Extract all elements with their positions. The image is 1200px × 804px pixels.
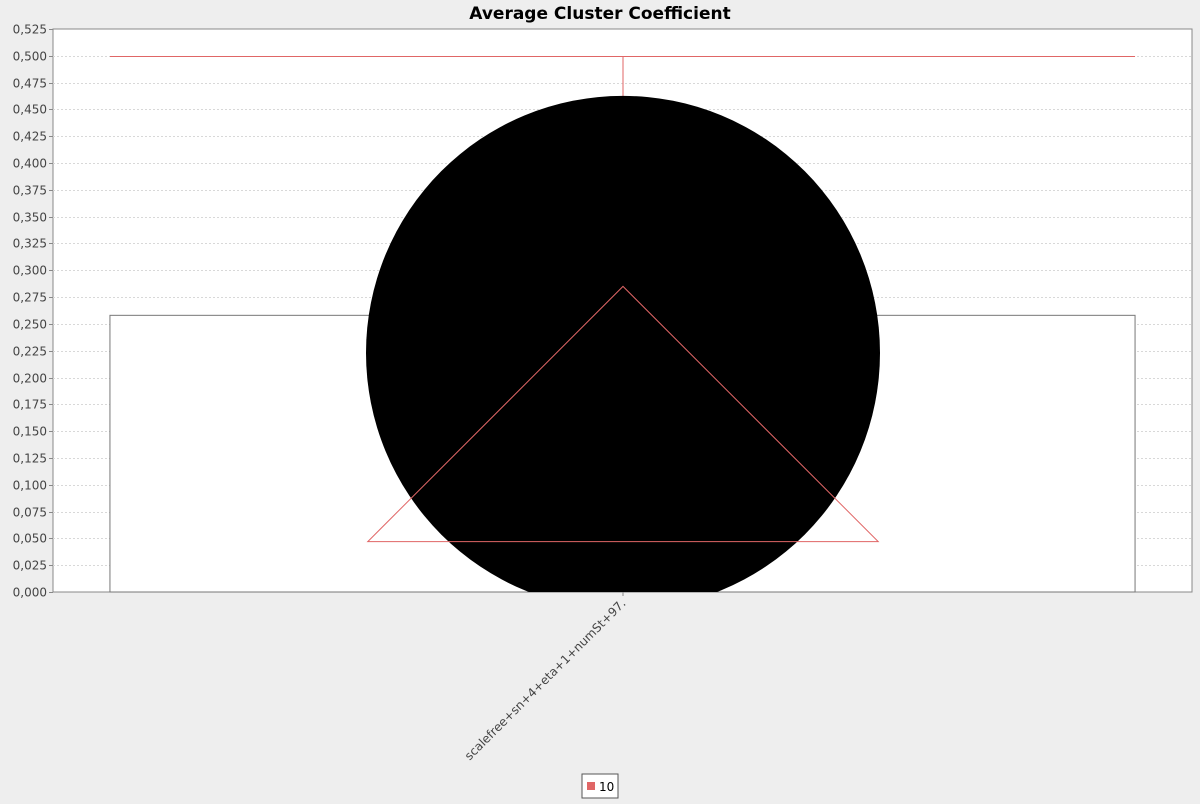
y-tick-label: 0,350: [13, 211, 47, 225]
legend: 10: [581, 773, 619, 799]
y-tick-label: 0,300: [13, 264, 47, 278]
y-tick-label: 0,200: [13, 372, 47, 386]
y-tick-label: 0,525: [13, 23, 47, 37]
y-tick-label: 0,225: [13, 345, 47, 359]
y-tick-label: 0,250: [13, 318, 47, 332]
y-tick-label: 0,500: [13, 50, 47, 64]
y-tick-label: 0,325: [13, 237, 47, 251]
y-axis: 0,000 0,025 0,050 0,075 0,100 0,125 0,150 0,175…: [13, 23, 53, 600]
y-tick-label: 0,375: [13, 184, 47, 198]
y-tick-label: 0,075: [13, 506, 47, 520]
y-tick-label: 0,275: [13, 291, 47, 305]
y-tick-label: 0,125: [13, 452, 47, 466]
legend-swatch: [587, 782, 595, 790]
y-tick-label: 0,050: [13, 532, 47, 546]
y-tick-label: 0,475: [13, 77, 47, 91]
legend-label: 10: [599, 780, 614, 794]
mean-marker-circle: [366, 95, 880, 592]
y-tick-label: 0,025: [13, 559, 47, 573]
y-tick-label: 0,400: [13, 157, 47, 171]
chart: Average Cluster Coefficient 0,000 0,025 0,…: [0, 0, 1200, 800]
y-tick-label: 0,175: [13, 398, 47, 412]
x-axis: scalefree+sn+4+eta+1+numSt+97.: [462, 592, 629, 763]
x-category-label: scalefree+sn+4+eta+1+numSt+97.: [462, 596, 629, 763]
y-tick-label: 0,100: [13, 479, 47, 493]
y-tick-label: 0,150: [13, 425, 47, 439]
chart-svg: Average Cluster Coefficient 0,0000,0250,…: [13, 4, 1193, 799]
chart-title: Average Cluster Coefficient: [469, 4, 730, 24]
y-tick-label: 0,425: [13, 130, 47, 144]
y-tick-label: 0,450: [13, 103, 47, 117]
y-tick-label: 0,000: [13, 586, 47, 600]
